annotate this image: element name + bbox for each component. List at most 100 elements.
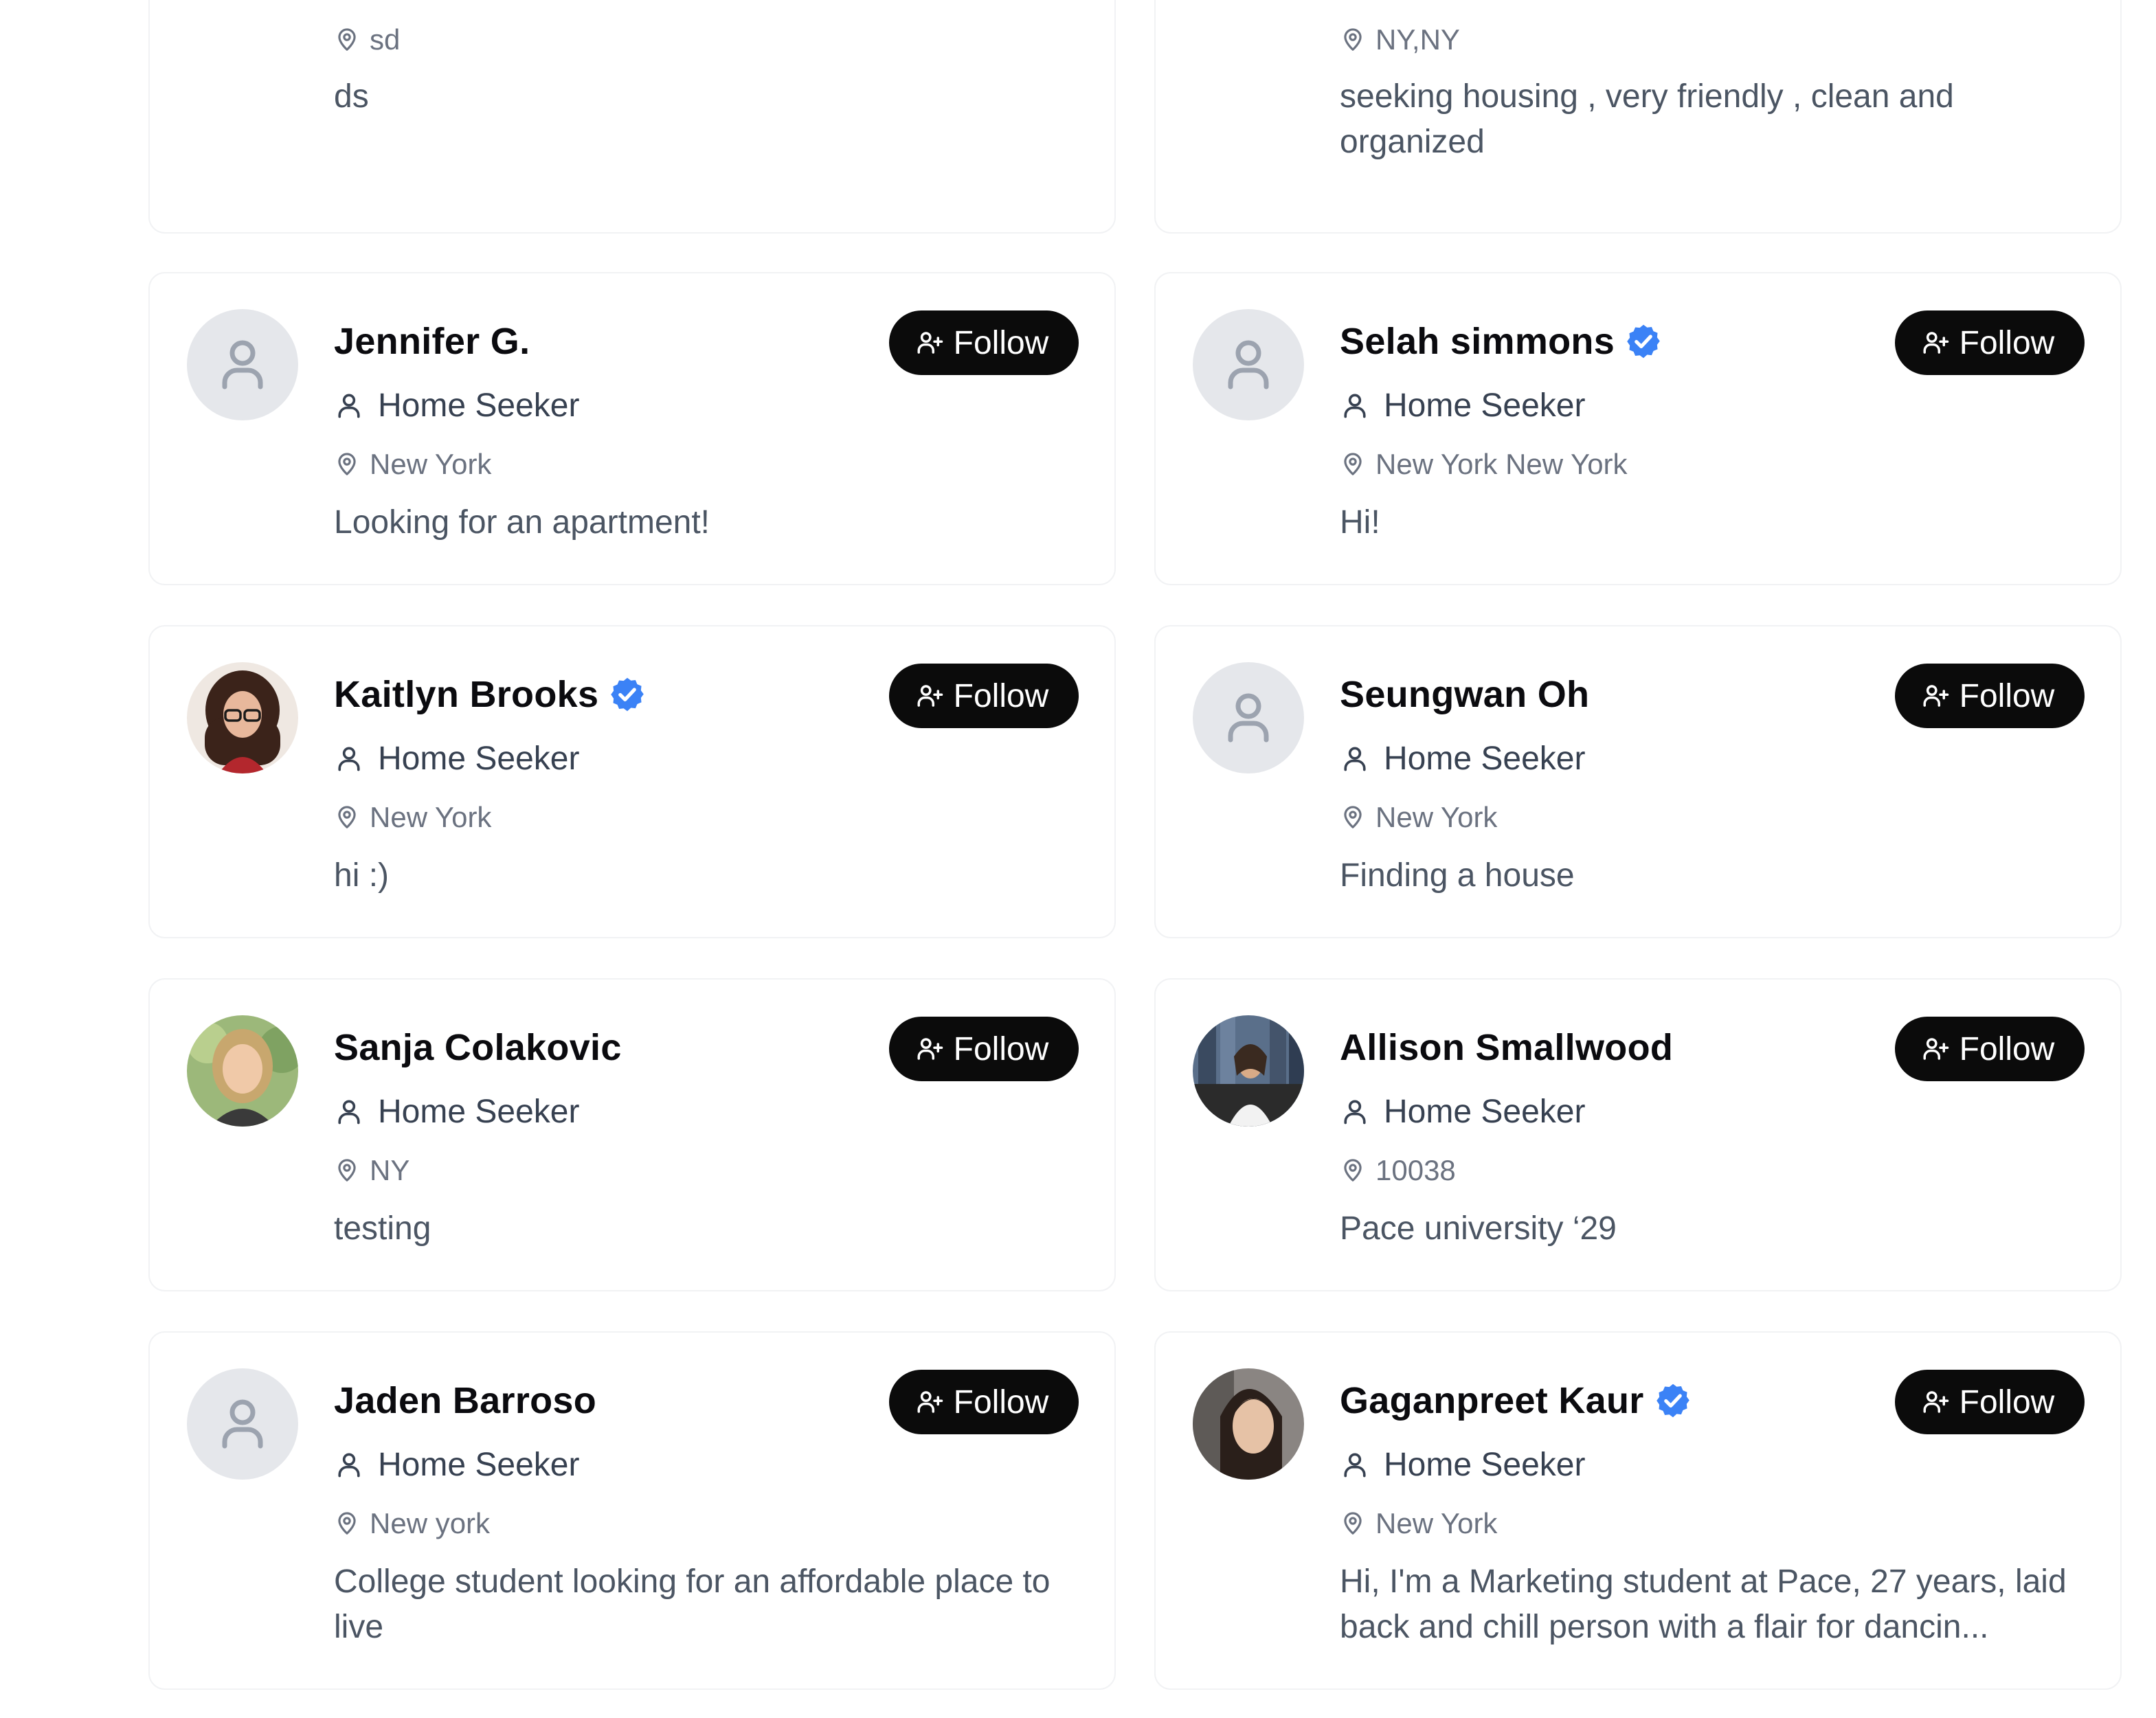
bio-text: Hi! [1340, 504, 1380, 541]
location-text: New York New York [1375, 448, 1628, 480]
profile-card[interactable]: Selah simmons Follow Home Seeker New Yor… [1154, 272, 2122, 585]
follow-label: Follow [953, 1030, 1049, 1067]
follow-label: Follow [1959, 677, 2055, 714]
profile-name[interactable]: Kaitlyn Brooks [334, 673, 598, 716]
user-icon [1344, 1453, 1366, 1478]
map-pin-icon [1344, 1512, 1362, 1535]
map-pin-icon [1344, 1159, 1362, 1182]
location-text: NY,NY [1375, 23, 1460, 56]
profile-photo [187, 1015, 298, 1127]
follow-label: Follow [953, 324, 1049, 361]
profile-card[interactable]: Kaitlyn Brooks Follow Home Seeker New Yo… [148, 625, 1116, 938]
user-icon [1344, 747, 1366, 771]
placeholder-avatar-icon [1193, 662, 1304, 773]
profiles-grid: sd ds NY,NY seeking housing , very frien… [0, 0, 2156, 1718]
follow-button[interactable]: Follow [1895, 1370, 2085, 1434]
profile-card-partial[interactable]: sd ds [148, 0, 1116, 234]
profile-card[interactable]: Sanja Colakovic Follow Home Seeker NY te… [148, 978, 1116, 1291]
follow-button[interactable]: Follow [889, 1370, 1079, 1434]
role-text: Home Seeker [1384, 740, 1586, 777]
bio-text: Finding a house [1340, 857, 1575, 894]
location-row: 10038 [1340, 1151, 1456, 1190]
bio-text: Looking for an apartment! [334, 504, 710, 541]
name-row: Sanja Colakovic [334, 1024, 622, 1072]
follow-button[interactable]: Follow [1895, 310, 2085, 375]
profile-name[interactable]: Gaganpreet Kaur [1340, 1379, 1644, 1422]
profile-card[interactable]: Gaganpreet Kaur Follow Home Seeker New Y… [1154, 1331, 2122, 1690]
profile-photo [1193, 1368, 1304, 1480]
location-text: sd [370, 23, 401, 56]
bio-text: hi :) [334, 857, 390, 894]
location-row: New York [334, 445, 491, 484]
location-text: New York [370, 448, 492, 480]
avatar[interactable] [187, 662, 298, 773]
name-row: Selah simmons [1340, 317, 1663, 365]
follow-button[interactable]: Follow [1895, 664, 2085, 728]
bio-text: Hi, I'm a Marketing student at Pace, 27 … [1340, 1563, 2067, 1645]
user-plus-icon [917, 685, 943, 707]
follow-label: Follow [953, 1383, 1049, 1421]
verified-badge-icon [608, 675, 647, 714]
profile-card-partial[interactable]: NY,NY seeking housing , very friendly , … [1154, 0, 2122, 234]
profile-name[interactable]: Jaden Barroso [334, 1379, 596, 1422]
name-row: Jennifer G. [334, 317, 530, 365]
avatar[interactable] [187, 1368, 298, 1480]
profile-card[interactable]: Seungwan Oh Follow Home Seeker New York … [1154, 625, 2122, 938]
verified-badge-icon [1654, 1381, 1692, 1420]
profile-name[interactable]: Seungwan Oh [1340, 673, 1589, 716]
role-text: Home Seeker [378, 1446, 580, 1483]
follow-button[interactable]: Follow [889, 1017, 1079, 1081]
map-pin-icon [1344, 453, 1362, 475]
role-text: Home Seeker [378, 740, 580, 777]
location-text: New York [370, 801, 492, 833]
avatar[interactable] [187, 309, 298, 420]
user-icon [338, 1100, 360, 1124]
follow-button[interactable]: Follow [889, 664, 1079, 728]
map-pin-icon [338, 453, 356, 475]
map-pin-icon [338, 28, 356, 51]
role-text: Home Seeker [378, 1093, 580, 1130]
follow-label: Follow [1959, 1383, 2055, 1421]
avatar[interactable] [1193, 1015, 1304, 1127]
profile-card[interactable]: Allison Smallwood Follow Home Seeker 100… [1154, 978, 2122, 1291]
profile-card[interactable]: Jennifer G. Follow Home Seeker New York … [148, 272, 1116, 585]
name-row: Allison Smallwood [1340, 1024, 1673, 1072]
user-plus-icon [917, 1391, 943, 1413]
role-row: Home Seeker [1340, 383, 1585, 427]
user-plus-icon [1923, 332, 1949, 354]
profile-name[interactable]: Selah simmons [1340, 320, 1615, 363]
role-text: Home Seeker [1384, 1446, 1586, 1483]
name-row: Jaden Barroso [334, 1377, 596, 1425]
map-pin-icon [1344, 806, 1362, 828]
name-row: Gaganpreet Kaur [1340, 1377, 1692, 1425]
avatar[interactable] [1193, 1368, 1304, 1480]
follow-button[interactable]: Follow [1895, 1017, 2085, 1081]
role-row: Home Seeker [1340, 1089, 1585, 1133]
placeholder-avatar-icon [187, 309, 298, 420]
role-row: Home Seeker [334, 736, 579, 780]
location-row: New York New York [1340, 445, 1628, 484]
profile-name[interactable]: Allison Smallwood [1340, 1026, 1673, 1069]
verified-badge-icon [1624, 322, 1663, 361]
user-plus-icon [1923, 1038, 1949, 1060]
follow-button[interactable]: Follow [889, 310, 1079, 375]
location-row: NY [334, 1151, 409, 1190]
profile-photo [1193, 1015, 1304, 1127]
avatar[interactable] [1193, 662, 1304, 773]
profile-name[interactable]: Sanja Colakovic [334, 1026, 622, 1069]
location-text: NY [370, 1154, 410, 1186]
user-icon [338, 747, 360, 771]
profile-card[interactable]: Jaden Barroso Follow Home Seeker New yor… [148, 1331, 1116, 1690]
name-row: Seungwan Oh [1340, 670, 1589, 719]
avatar[interactable] [187, 1015, 298, 1127]
map-pin-icon [338, 1512, 356, 1535]
user-plus-icon [1923, 1391, 1949, 1413]
location-text: 10038 [1375, 1154, 1456, 1186]
role-row: Home Seeker [334, 1443, 579, 1487]
follow-label: Follow [1959, 324, 2055, 361]
role-row: Home Seeker [334, 383, 579, 427]
avatar[interactable] [1193, 309, 1304, 420]
profile-name[interactable]: Jennifer G. [334, 320, 530, 363]
location-row: New York [334, 798, 491, 837]
location-row: New York [1340, 1504, 1497, 1543]
